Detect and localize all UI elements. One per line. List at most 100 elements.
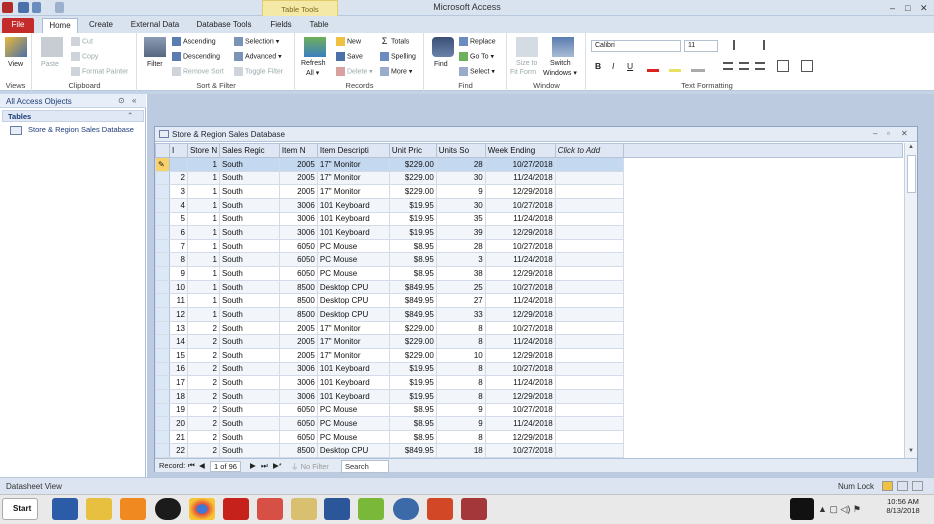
- record-selector[interactable]: [155, 347, 170, 363]
- record-selector[interactable]: [155, 334, 170, 349]
- table-cell[interactable]: 11/24/2018: [484, 375, 556, 390]
- table-row[interactable]: 8 1 South 6050 PC Mouse $8.95 3 11/24/2018: [155, 252, 903, 268]
- table-cell[interactable]: 3006: [278, 211, 318, 227]
- table-cell[interactable]: 11/24/2018: [484, 293, 556, 309]
- table-cell[interactable]: 21: [168, 429, 188, 445]
- size-to-fit-button[interactable]: Size to: [516, 60, 537, 67]
- table-cell[interactable]: 6050: [278, 252, 318, 268]
- table-cell[interactable]: 17" Monitor: [316, 184, 390, 199]
- first-record-icon[interactable]: ⏮: [188, 461, 195, 471]
- pivot-view-icon[interactable]: [897, 481, 908, 491]
- alternate-row-color-icon[interactable]: [801, 60, 813, 72]
- empty-cell[interactable]: [554, 307, 624, 322]
- goto-button[interactable]: Go To ▾: [459, 52, 494, 61]
- table-cell[interactable]: PC Mouse: [316, 252, 390, 268]
- scroll-up-icon[interactable]: ▲: [908, 144, 914, 150]
- start-button[interactable]: Start: [2, 498, 38, 520]
- table-cell[interactable]: 2005: [278, 320, 318, 336]
- table-cell[interactable]: 19: [168, 402, 188, 418]
- table-row[interactable]: 22 2 South 8500 Desktop CPU $849.95 18 10/27/20…: [155, 443, 903, 458]
- empty-cell[interactable]: [554, 252, 624, 268]
- table-cell[interactable]: 11/24/2018: [484, 170, 556, 186]
- table-cell[interactable]: 6050: [278, 238, 318, 254]
- italic-button[interactable]: I: [612, 61, 614, 71]
- selection-button[interactable]: Selection ▾: [234, 37, 279, 46]
- font-name-select[interactable]: Calibri: [591, 40, 681, 52]
- pdf-reader-icon[interactable]: [257, 498, 283, 520]
- table-cell[interactable]: 101 Keyboard: [316, 211, 390, 227]
- ascending-button[interactable]: Ascending: [172, 37, 216, 46]
- table-row[interactable]: 3 1 South 2005 17" Monitor $229.00 9 12/29/2018: [155, 184, 903, 199]
- table-cell[interactable]: $229.00: [388, 334, 437, 349]
- record-selector[interactable]: [155, 375, 170, 390]
- table-cell[interactable]: $229.00: [388, 170, 437, 186]
- align-left-icon[interactable]: [723, 62, 733, 70]
- table-cell[interactable]: 1: [186, 184, 220, 199]
- table-cell[interactable]: 3: [168, 184, 188, 199]
- table-cell[interactable]: 9: [435, 184, 486, 199]
- maximize-icon[interactable]: □: [905, 3, 910, 13]
- table-cell[interactable]: 20: [168, 416, 188, 431]
- align-right-icon[interactable]: [755, 62, 765, 70]
- tab-database-tools[interactable]: Database Tools: [192, 18, 256, 33]
- table-cell[interactable]: 9: [435, 416, 486, 431]
- tab-create[interactable]: Create: [84, 18, 118, 33]
- table-cell[interactable]: Desktop CPU: [316, 443, 390, 458]
- globe-icon[interactable]: [393, 498, 419, 520]
- record-selector[interactable]: [155, 361, 170, 377]
- nav-dropdown-icon[interactable]: ⊙: [118, 96, 125, 105]
- table-cell[interactable]: 12/29/2018: [484, 225, 556, 240]
- filter-icon[interactable]: [144, 37, 166, 57]
- table-cell[interactable]: 8500: [278, 279, 318, 295]
- table-cell[interactable]: 2: [186, 443, 220, 458]
- system-clock[interactable]: 10:56 AM 8/13/2018: [874, 497, 932, 521]
- table-cell[interactable]: 6: [168, 225, 188, 240]
- table-cell[interactable]: South: [218, 266, 280, 281]
- empty-cell[interactable]: [554, 211, 624, 227]
- column-header[interactable]: Item N: [278, 143, 318, 158]
- table-cell[interactable]: $19.95: [388, 361, 437, 377]
- indent-icon[interactable]: [763, 40, 775, 50]
- table-cell[interactable]: $8.95: [388, 402, 437, 418]
- hp-icon[interactable]: [155, 498, 181, 520]
- table-cell[interactable]: $229.00: [388, 320, 437, 336]
- empty-cell[interactable]: [554, 293, 624, 309]
- table-cell[interactable]: 8: [435, 388, 486, 404]
- table-row[interactable]: 18 2 South 3006 101 Keyboard $19.95 8 12/29/201…: [155, 388, 903, 404]
- access-taskbar-icon[interactable]: [461, 498, 487, 520]
- table-cell[interactable]: 35: [435, 211, 486, 227]
- table-cell[interactable]: 38: [435, 266, 486, 281]
- table-cell[interactable]: South: [218, 416, 280, 431]
- table-cell[interactable]: 10: [435, 347, 486, 363]
- table-cell[interactable]: 6050: [278, 429, 318, 445]
- table-cell[interactable]: 12/29/2018: [484, 429, 556, 445]
- file-explorer-icon[interactable]: [86, 498, 112, 520]
- table-cell[interactable]: South: [218, 293, 280, 309]
- table-cell[interactable]: 2005: [278, 347, 318, 363]
- record-selector[interactable]: [155, 402, 170, 418]
- table-cell[interactable]: 1: [186, 293, 220, 309]
- empty-cell[interactable]: [554, 388, 624, 404]
- chrome-icon[interactable]: [189, 498, 215, 520]
- table-cell[interactable]: 12/29/2018: [484, 266, 556, 281]
- tab-external-data[interactable]: External Data: [125, 18, 185, 33]
- chevron-up-icon[interactable]: ⌃: [127, 111, 133, 120]
- table-cell[interactable]: $19.95: [388, 375, 437, 390]
- table-cell[interactable]: $849.95: [388, 293, 437, 309]
- table-cell[interactable]: 1: [186, 252, 220, 268]
- column-header[interactable]: Unit Pric: [388, 143, 437, 158]
- powerpoint-icon[interactable]: [427, 498, 453, 520]
- minimize-icon[interactable]: –: [890, 3, 895, 13]
- table-cell[interactable]: 10/27/2018: [484, 443, 556, 458]
- prev-record-icon[interactable]: ◀: [199, 461, 205, 470]
- nav-item-table[interactable]: Store & Region Sales Database: [6, 124, 146, 136]
- click-to-add-header[interactable]: Click to Add: [554, 143, 624, 158]
- table-row[interactable]: 11 1 South 8500 Desktop CPU $849.95 27 11/24/20…: [155, 293, 903, 309]
- table-cell[interactable]: 13: [168, 320, 188, 336]
- table-cell[interactable]: 6050: [278, 402, 318, 418]
- table-cell[interactable]: 2: [186, 320, 220, 336]
- table-cell[interactable]: 12/29/2018: [484, 184, 556, 199]
- tab-table[interactable]: Table: [304, 18, 334, 33]
- record-selector[interactable]: [155, 184, 170, 199]
- media-player-icon[interactable]: [120, 498, 146, 520]
